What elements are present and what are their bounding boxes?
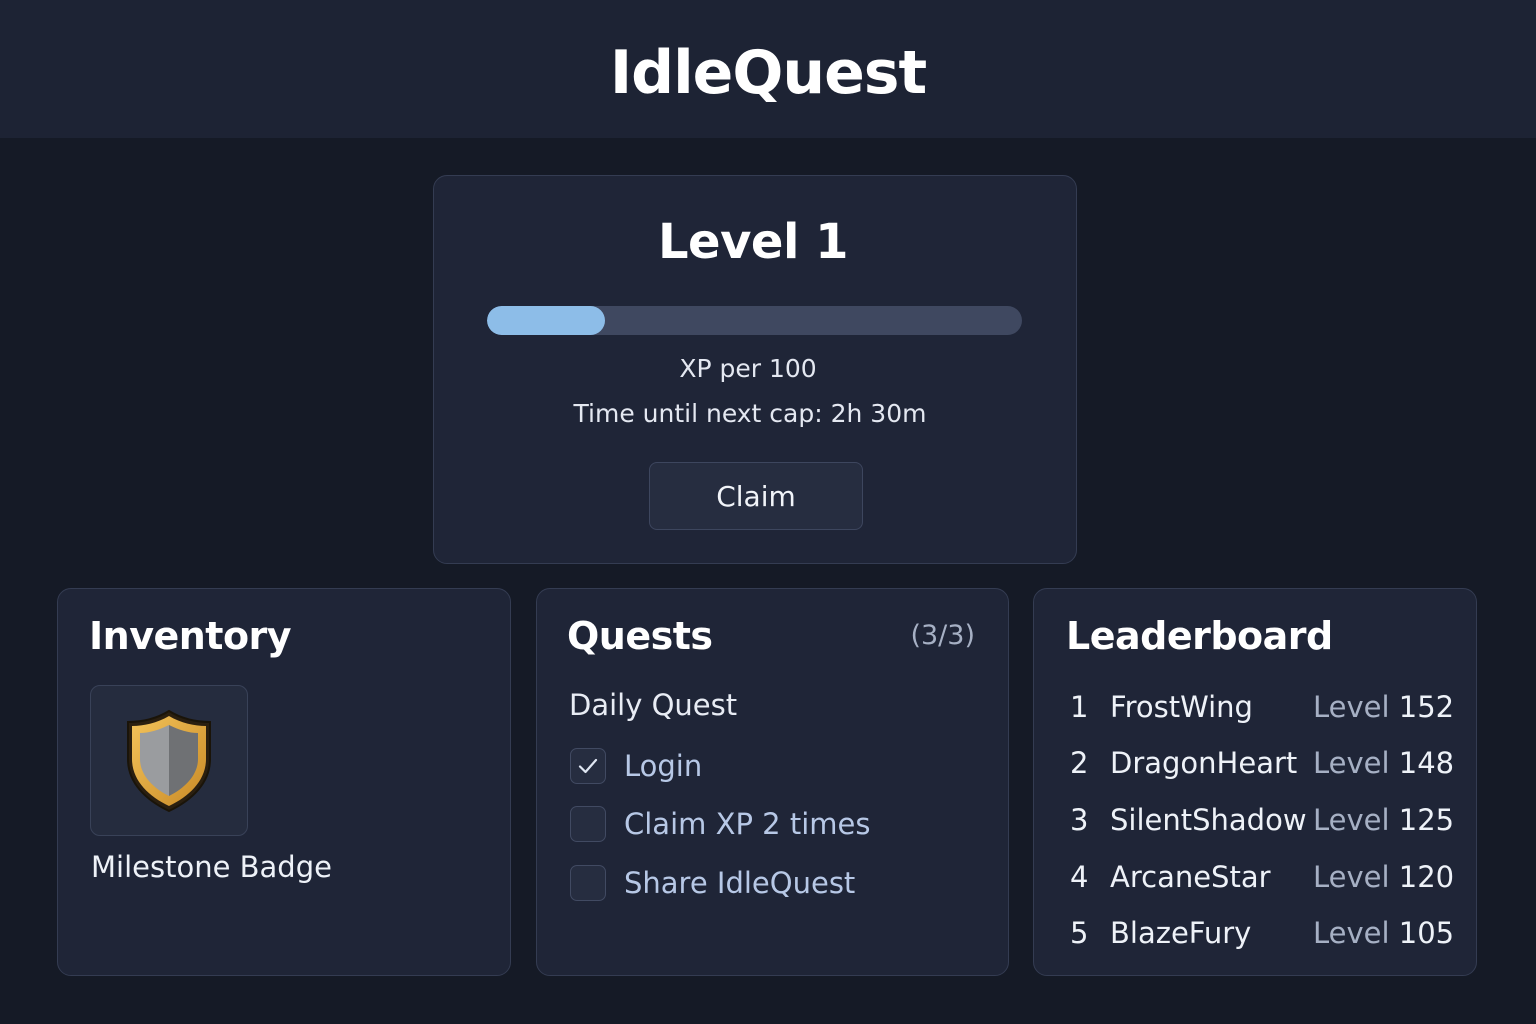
leaderboard-level: Level 125 <box>1313 803 1454 837</box>
quest-subtitle: Daily Quest <box>569 688 738 722</box>
quest-checkbox[interactable] <box>570 805 606 842</box>
leaderboard-rank: 3 <box>1070 803 1089 837</box>
level-word: Level <box>1313 803 1390 837</box>
inventory-item-label: Milestone Badge <box>91 850 332 884</box>
xp-rate-text: XP per 100 <box>679 354 817 383</box>
level-number: 152 <box>1398 690 1455 724</box>
level-word: Level <box>1313 916 1390 950</box>
app-header: IdleQuest <box>0 0 1536 138</box>
level-word: Level <box>1313 860 1390 894</box>
leaderboard-title: Leaderboard <box>1066 614 1333 658</box>
app-title: IdleQuest <box>609 38 927 108</box>
quest-item[interactable]: Share IdleQuest <box>570 864 855 901</box>
quests-title: Quests <box>567 614 713 658</box>
level-number: 120 <box>1398 860 1455 894</box>
quest-item[interactable]: Login <box>570 747 702 784</box>
leaderboard-level: Level 105 <box>1313 916 1454 950</box>
shield-icon <box>127 709 211 812</box>
leaderboard-player-name: DragonHeart <box>1110 746 1298 780</box>
level-title: Level 1 <box>657 214 849 270</box>
xp-progress-bar <box>487 306 1022 335</box>
leaderboard-player-name: ArcaneStar <box>1110 860 1271 894</box>
claim-button[interactable]: Claim <box>649 462 863 530</box>
leaderboard-player-name: FrostWing <box>1110 690 1253 724</box>
xp-progress-fill <box>487 306 605 335</box>
level-number: 148 <box>1398 746 1455 780</box>
leaderboard-rank: 5 <box>1070 916 1089 950</box>
leaderboard-player-name: BlazeFury <box>1110 916 1252 950</box>
leaderboard-level: Level 148 <box>1313 746 1454 780</box>
quest-checkbox[interactable] <box>570 864 606 901</box>
quest-label: Share IdleQuest <box>624 865 856 900</box>
cap-timer-text: Time until next cap: 2h 30m <box>573 399 927 428</box>
leaderboard-rank: 4 <box>1070 860 1089 894</box>
inventory-slot[interactable] <box>90 685 248 836</box>
quest-item[interactable]: Claim XP 2 times <box>570 805 870 842</box>
inventory-title: Inventory <box>89 614 292 658</box>
level-word: Level <box>1313 690 1390 724</box>
quest-label: Login <box>624 748 703 783</box>
level-word: Level <box>1313 746 1390 780</box>
quest-checkbox-checked[interactable] <box>570 747 606 784</box>
leaderboard-rank: 1 <box>1070 690 1089 724</box>
leaderboard-player-name: SilentShadow <box>1110 803 1307 837</box>
quest-count-badge: (3/3) <box>910 620 975 651</box>
level-number: 125 <box>1398 803 1455 837</box>
leaderboard-rank: 2 <box>1070 746 1089 780</box>
quest-label: Claim XP 2 times <box>624 806 871 841</box>
leaderboard-level: Level 152 <box>1313 690 1454 724</box>
leaderboard-level: Level 120 <box>1313 860 1454 894</box>
checkmark-icon <box>578 758 598 773</box>
level-number: 105 <box>1398 916 1455 950</box>
